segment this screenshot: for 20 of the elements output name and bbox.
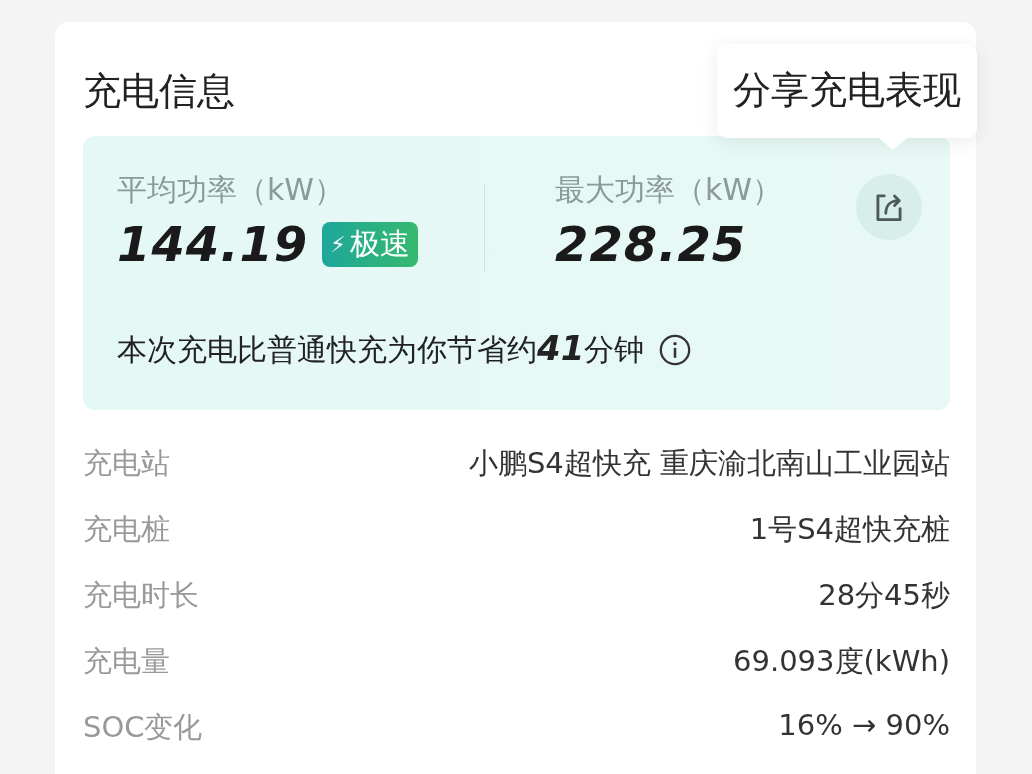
detail-value: 69.093度(kWh) bbox=[733, 643, 950, 680]
detail-label: 充电时长 bbox=[83, 577, 199, 614]
tooltip-pointer bbox=[879, 137, 907, 150]
card-title: 充电信息 bbox=[83, 72, 235, 110]
detail-label: SOC变化 bbox=[83, 709, 203, 746]
stat-label: 最大功率（kW） bbox=[555, 172, 783, 208]
detail-value: 1号S4超快充桩 bbox=[749, 511, 950, 548]
stat-value: 144.19 bbox=[117, 218, 309, 271]
info-icon[interactable] bbox=[658, 332, 693, 367]
stat-value: 228.25 bbox=[555, 218, 747, 271]
detail-value: 28分45秒 bbox=[818, 577, 950, 614]
tooltip: 分享充电表现 bbox=[717, 44, 977, 138]
speed-badge: ⚡极速 bbox=[322, 221, 418, 267]
detail-label: 充电量 bbox=[83, 643, 170, 680]
detail-value: 16% → 90% bbox=[778, 708, 950, 744]
stat-label: 平均功率（kW） bbox=[117, 172, 345, 208]
saving-text: 本次充电比普通快充为你节省约41分钟 bbox=[117, 328, 645, 370]
detail-label: 充电站 bbox=[83, 445, 170, 482]
detail-label: 充电桩 bbox=[83, 511, 170, 548]
detail-value: 小鹏S4超快充 重庆渝北南山工业园站 bbox=[468, 445, 950, 482]
